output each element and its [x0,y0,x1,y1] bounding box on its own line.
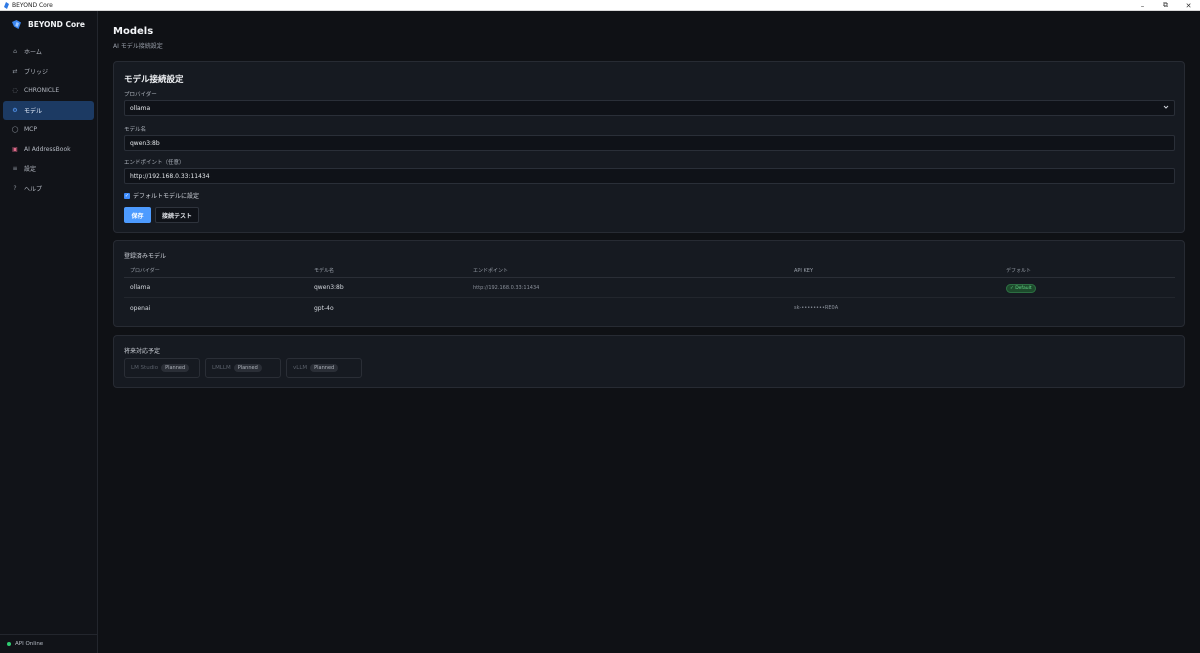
card-title: モデル接続設定 [124,75,184,85]
section-title: 登録済みモデル [124,253,167,260]
cell-provider: ollama [130,284,151,291]
home-icon: ⌂ [13,48,17,56]
window-titlebar: BEYOND Core – ⧉ ✕ [0,0,1200,11]
planned-badge: Planned [310,364,339,372]
gear-icon: ⚙ [12,106,18,114]
provider-label: プロバイダー [124,92,157,98]
table-row[interactable]: ollama qwen3:8b http://192.168.0.33:1143… [124,278,1175,298]
section-title: 将来対応予定 [124,348,161,355]
default-checkbox-label: デフォルトモデルに設定 [133,193,200,200]
models-table: プロバイダー モデル名 エンドポイント API KEY デフォルト ollama… [124,264,1175,318]
sidebar-item-label: ホーム [24,49,42,57]
provider-select[interactable]: ollama [124,100,1175,116]
sidebar-nav: ⌂ ホーム ⇄ ブリッジ ◌ CHRONICLE ⚙ モデル ◯ MCP ▣ A… [0,42,97,198]
app-logo-icon [3,1,9,9]
planned-badge: Planned [161,364,190,372]
endpoint-input[interactable]: http://192.168.0.33:11434 [124,168,1175,184]
connection-settings-card: モデル接続設定 プロバイダー ollama モデル名 qwen3:8b エンドポ… [113,61,1185,233]
planned-item: LMLLM Planned [205,358,281,378]
sidebar-item-label: 設定 [24,166,37,174]
close-button[interactable]: ✕ [1177,0,1200,11]
planned-list: LM Studio Planned LMLLM Planned vLLM Pla… [124,358,362,378]
model-input[interactable]: qwen3:8b [124,135,1175,151]
page-subtitle: AI モデル接続設定 [113,43,163,50]
brand-name: BEYOND Core [28,20,85,29]
cell-model: qwen3:8b [314,284,344,291]
model-value: qwen3:8b [130,139,160,147]
planned-providers-card: 将来対応予定 LM Studio Planned LMLLM Planned v… [113,335,1185,388]
help-icon: ? [13,184,17,192]
api-status: API Online [0,634,98,653]
cell-endpoint: http://192.168.0.33:11434 [473,284,540,291]
default-badge: ✓ Default [1006,284,1036,293]
column-header: デフォルト [1006,268,1032,274]
planned-item-name: LMLLM [212,365,231,371]
sidebar-item-bridge[interactable]: ⇄ ブリッジ [3,62,94,82]
sidebar-item-settings[interactable]: ≡ 設定 [3,159,94,179]
sidebar-item-label: モデル [24,107,43,115]
api-status-label: API Online [15,641,44,647]
table-header: プロバイダー モデル名 エンドポイント API KEY デフォルト [124,264,1175,278]
maximize-button[interactable]: ⧉ [1154,0,1177,11]
sidebar-item-home[interactable]: ⌂ ホーム [3,42,94,62]
registered-models-card: 登録済みモデル プロバイダー モデル名 エンドポイント API KEY デフォル… [113,240,1185,327]
cell-provider: openai [130,304,151,312]
sidebar-item-chronicle[interactable]: ◌ CHRONICLE [3,81,94,101]
minimize-button[interactable]: – [1131,0,1154,11]
planned-badge: Planned [233,364,262,372]
sidebar: BEYOND Core ⌂ ホーム ⇄ ブリッジ ◌ CHRONICLE ⚙ モ… [0,11,98,653]
sidebar-item-label: AI AddressBook [24,145,71,153]
provider-value: ollama [130,104,151,112]
default-checkbox[interactable]: ✓ [124,192,130,199]
cell-default: ✓ Default [1000,284,1036,293]
connection-test-button[interactable]: 接続テスト [155,207,199,223]
planned-item-name: LM Studio [131,365,159,371]
chronicle-icon: ◌ [12,87,18,95]
endpoint-label: エンドポイント（任意） [124,160,185,166]
model-label: モデル名 [124,127,147,133]
sidebar-item-label: MCP [24,126,37,134]
mcp-icon: ◯ [11,126,19,134]
table-row[interactable]: openai gpt-4o sk-••••••••RE0A [124,298,1175,318]
planned-item-name: vLLM [293,365,308,371]
main-content: Models AI モデル接続設定 モデル接続設定 プロバイダー ollama … [99,11,1200,653]
brand-logo-icon [12,20,21,29]
chevron-down-icon [1163,104,1169,112]
planned-item: LM Studio Planned [124,358,200,378]
sidebar-item-label: ブリッジ [24,68,49,76]
bridge-icon: ⇄ [12,67,18,75]
column-header: エンドポイント [473,268,509,274]
sidebar-item-models[interactable]: ⚙ モデル [3,100,94,120]
sidebar-item-addressbook[interactable]: ▣ AI AddressBook [3,140,94,160]
status-dot-icon [7,642,11,646]
settings-icon: ≡ [12,165,18,173]
sidebar-item-label: CHRONICLE [24,87,60,95]
column-header: API KEY [794,267,813,274]
column-header: モデル名 [314,268,335,274]
cell-model: gpt-4o [314,304,334,312]
cell-api-key: sk-••••••••RE0A [794,305,839,311]
default-checkbox-row[interactable]: ✓ デフォルトモデルに設定 [124,191,199,200]
column-header: プロバイダー [130,268,160,274]
planned-item: vLLM Planned [286,358,362,378]
sidebar-item-help[interactable]: ? ヘルプ [3,179,94,199]
addressbook-icon: ▣ [12,145,18,153]
brand: BEYOND Core [0,11,97,38]
window-title: BEYOND Core [12,1,53,9]
page-title: Models [113,26,154,37]
save-button[interactable]: 保存 [124,207,151,223]
endpoint-value: http://192.168.0.33:11434 [130,172,210,180]
sidebar-item-label: ヘルプ [24,185,43,193]
sidebar-item-mcp[interactable]: ◯ MCP [3,120,94,140]
